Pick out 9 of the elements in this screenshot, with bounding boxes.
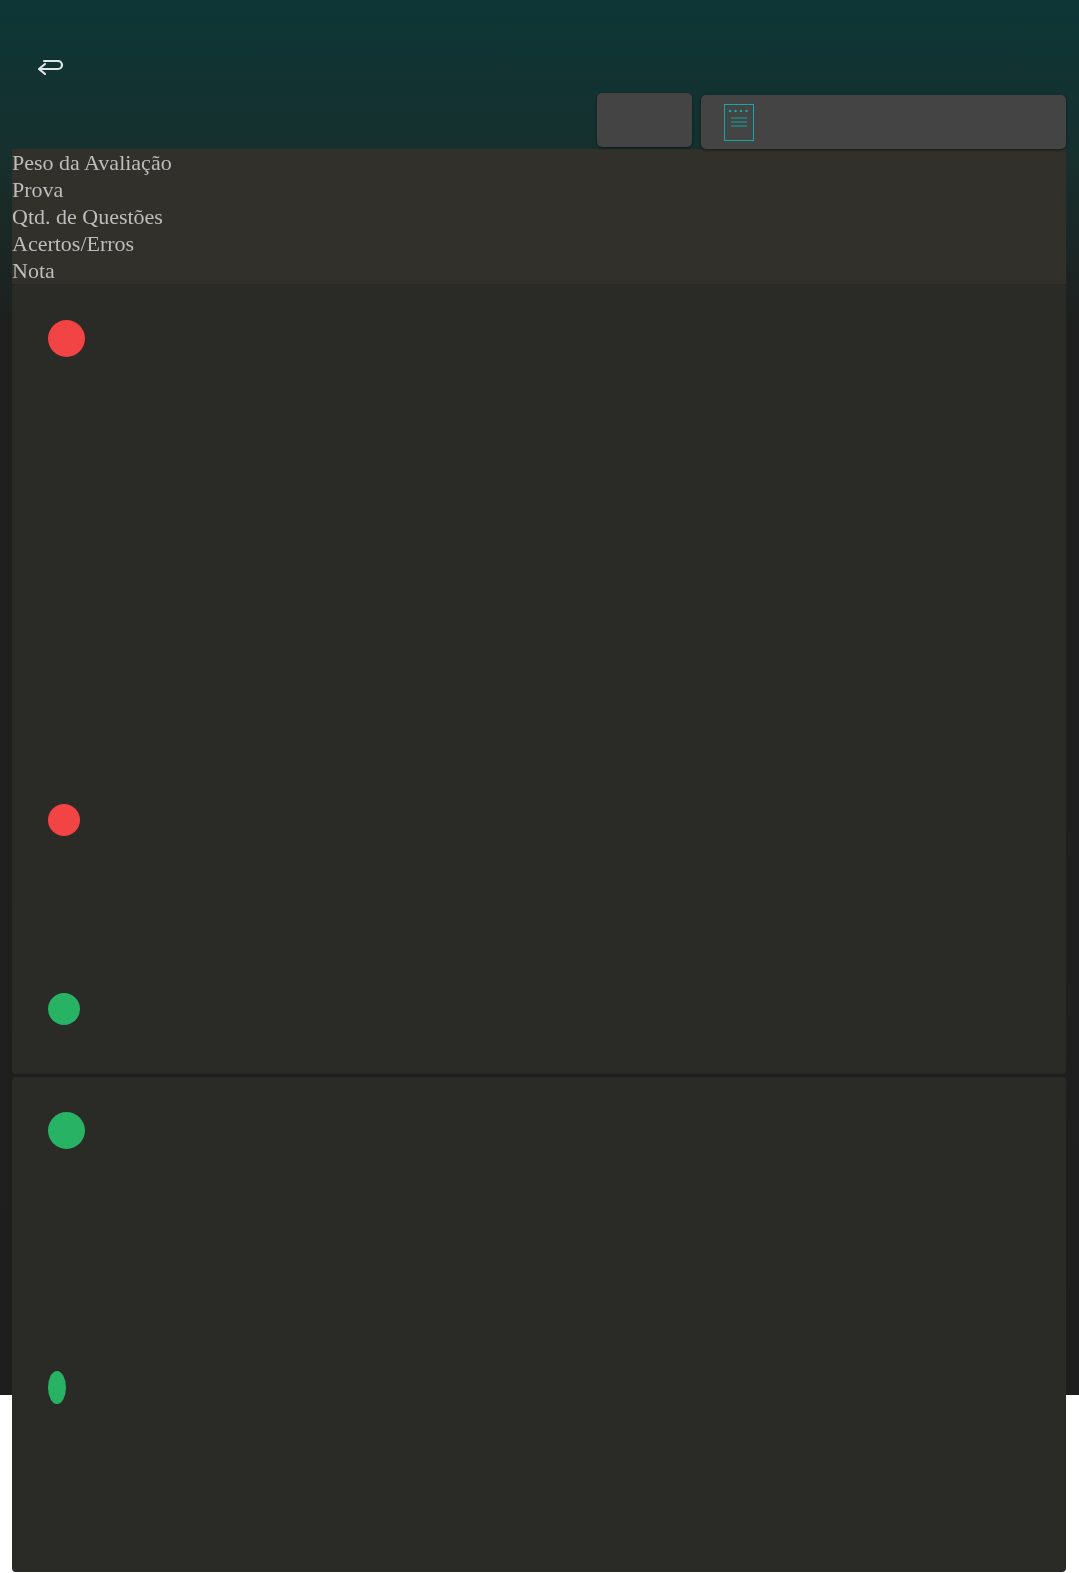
column-label: Peso da Avaliação (12, 149, 173, 176)
column-label: Prova (12, 176, 65, 203)
column-label: Nota (12, 257, 56, 284)
back-icon[interactable] (36, 57, 64, 76)
toolbar-button[interactable] (597, 93, 692, 147)
column-label: Qtd. de Questões (12, 203, 164, 230)
report-button[interactable] (701, 95, 1066, 149)
document-icon (724, 103, 754, 141)
column-label: Acertos/Erros (12, 230, 136, 257)
